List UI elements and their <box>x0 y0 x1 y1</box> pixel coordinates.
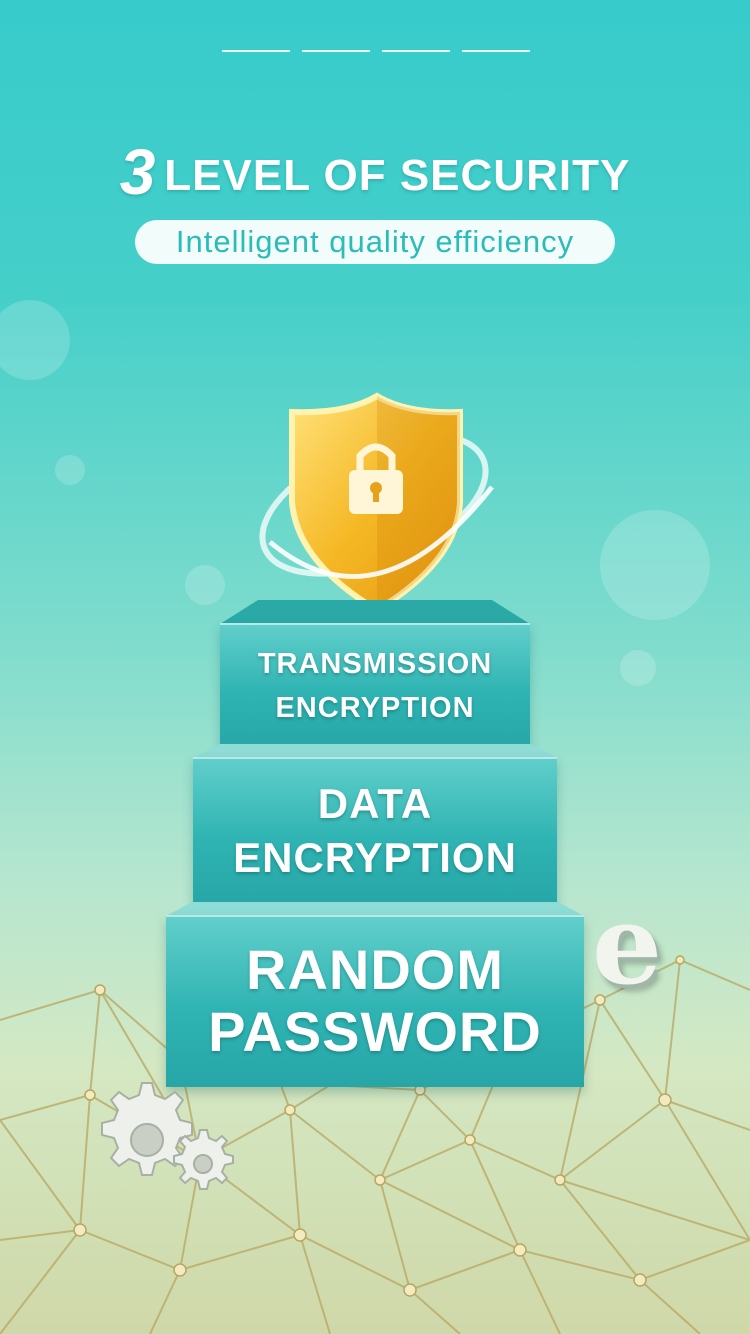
title-number: 3 <box>119 136 157 208</box>
bokeh-light <box>55 455 85 485</box>
page-dot[interactable] <box>462 50 530 52</box>
page-indicator[interactable] <box>222 50 530 52</box>
e-letter-icon: e <box>592 880 662 1009</box>
step-label-line1: TRANSMISSION <box>257 648 493 680</box>
shield-lock-icon <box>259 392 494 614</box>
bokeh-light <box>620 650 656 686</box>
page-dot[interactable] <box>382 50 450 52</box>
step-random-password: RANDOM PASSWORD <box>166 915 584 1087</box>
page-dot[interactable] <box>302 50 370 52</box>
step-label-line2: PASSWORD <box>208 1000 542 1063</box>
step-label-line1: DATA <box>317 780 433 827</box>
page-title: 3 LEVEL OF SECURITY <box>0 135 750 209</box>
title-text: LEVEL OF SECURITY <box>164 151 631 200</box>
step-label-line1: RANDOM <box>246 938 504 1001</box>
step-data-encryption: DATA ENCRYPTION <box>193 757 557 905</box>
gear-icon <box>101 1082 234 1190</box>
step-label-line2: ENCRYPTION <box>233 834 517 881</box>
step-label-line2: ENCRYPTION <box>275 692 475 724</box>
bokeh-light <box>600 510 710 620</box>
step-transmission-encryption: TRANSMISSION ENCRYPTION <box>220 623 530 749</box>
bokeh-light <box>185 565 225 605</box>
page-dot[interactable] <box>222 50 290 52</box>
subtitle-pill: Intelligent quality efficiency <box>135 220 615 264</box>
